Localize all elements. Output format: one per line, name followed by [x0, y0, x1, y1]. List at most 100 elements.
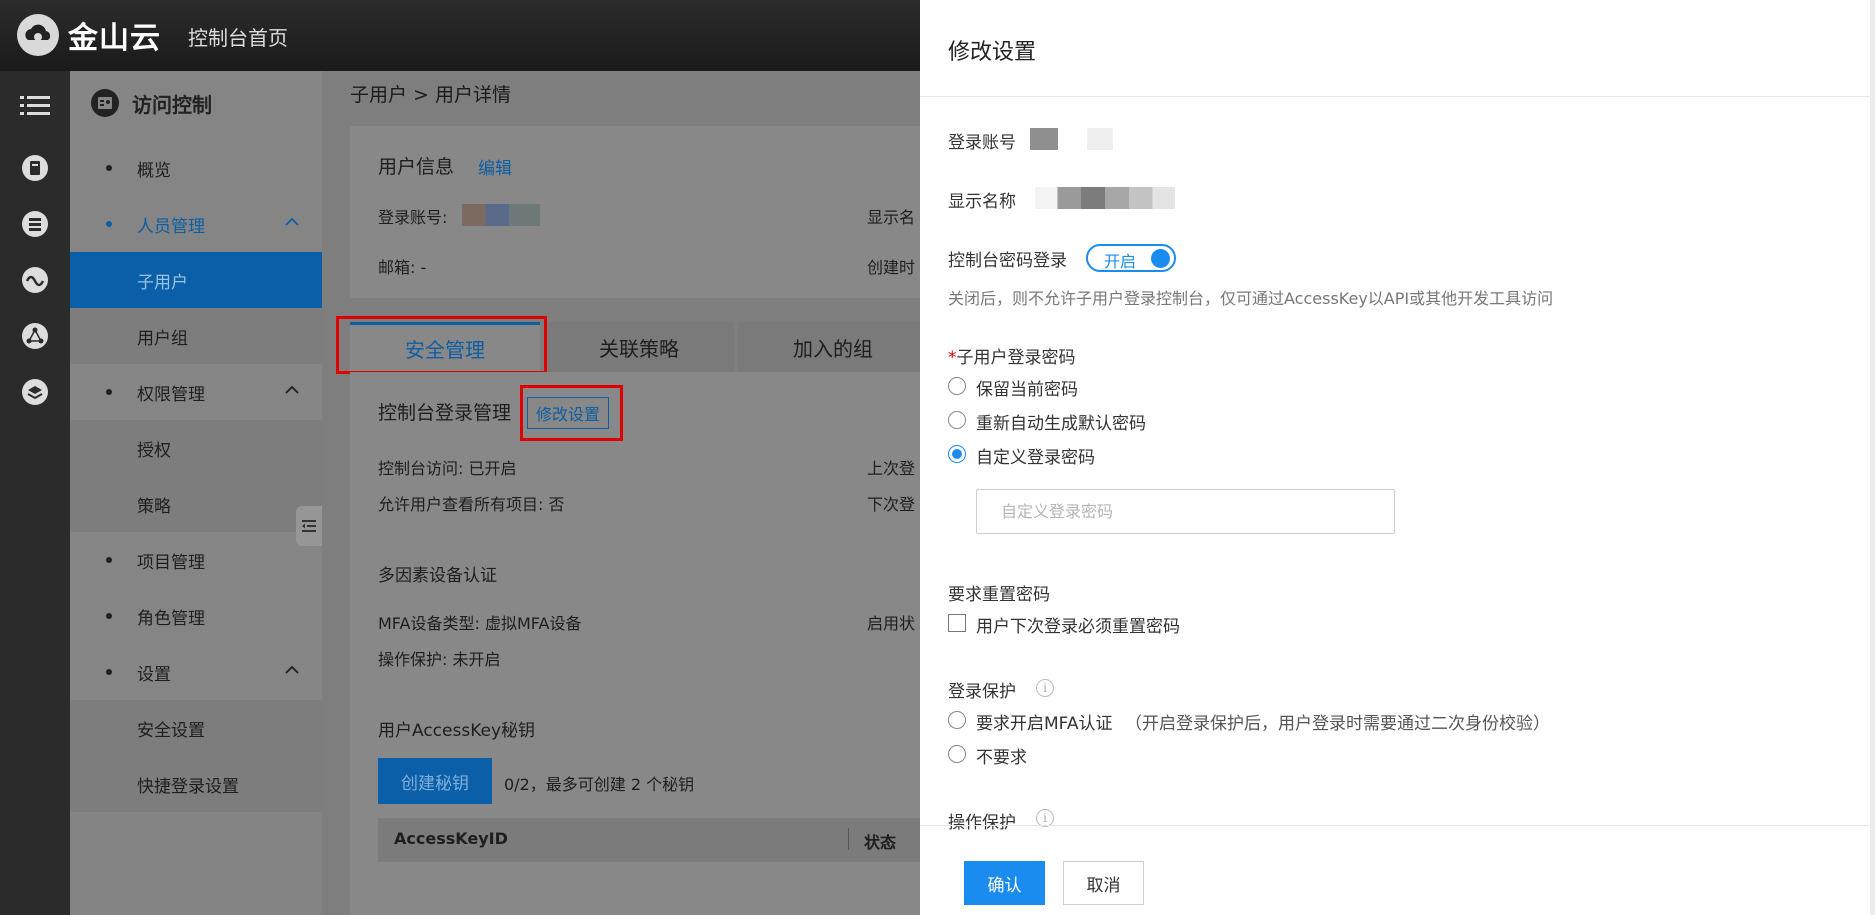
radio-label: 保留当前密码	[976, 380, 1078, 400]
chevron-up-icon	[285, 385, 299, 394]
sidebar-item-quick-login[interactable]: 快捷登录设置	[70, 756, 322, 812]
topology-icon[interactable]	[20, 321, 50, 351]
next-login-label: 下次登	[867, 495, 916, 514]
password-section-title: 子用户登录密码	[956, 348, 1076, 368]
bullet	[106, 221, 112, 227]
key-quota-text: 0/2，最多可创建 2 个秘钥	[504, 775, 695, 794]
tab-groups[interactable]: 加入的组	[738, 322, 928, 372]
layers-icon[interactable]	[20, 377, 50, 407]
sidebar-item-projects[interactable]: 项目管理	[70, 532, 322, 588]
sidebar-item-policy[interactable]: 策略	[70, 476, 322, 532]
console-access-status: 控制台访问: 已开启	[378, 459, 517, 478]
cancel-button[interactable]: 取消	[1063, 861, 1144, 905]
access-key-title: 用户AccessKey秘钥	[378, 721, 536, 741]
sidebar-item-roles[interactable]: 角色管理	[70, 588, 322, 644]
highlight-box	[336, 316, 547, 374]
sidebar-item-overview[interactable]: 概览	[70, 140, 322, 196]
collapse-sidebar-handle[interactable]	[296, 506, 322, 546]
radio-custom-password[interactable]	[948, 445, 966, 463]
radio-label: 要求开启MFA认证	[976, 714, 1113, 734]
op-protect-label: 操作保护	[948, 813, 1016, 833]
database-icon[interactable]	[20, 209, 50, 239]
info-icon[interactable]: i	[1036, 679, 1054, 697]
confirm-button[interactable]: 确认	[964, 861, 1045, 905]
last-login-label: 上次登	[867, 459, 916, 478]
masked-account-value	[1030, 128, 1058, 150]
masked-account-value	[1087, 128, 1113, 150]
masked-account-value	[462, 204, 540, 226]
mfa-enabled-label: 启用状	[867, 614, 916, 633]
sidebar-item-permissions[interactable]: 权限管理	[70, 364, 322, 420]
icon-rail	[0, 71, 70, 915]
bullet	[106, 557, 112, 563]
bullet	[106, 613, 112, 619]
menu-icon[interactable]	[20, 91, 50, 121]
bullet	[106, 389, 112, 395]
login-account-label: 登录账号	[948, 133, 1016, 153]
display-name-label: 显示名	[867, 208, 916, 227]
console-login-hint: 关闭后，则不允许子用户登录控制台，仅可通过AccessKey以API或其他开发工…	[948, 289, 1554, 308]
radio-label: 自定义登录密码	[976, 448, 1095, 468]
login-protect-note: （开启登录保护后，用户登录时需要通过二次身份校验）	[1125, 714, 1550, 734]
sidebar-item-label: 策略	[137, 496, 171, 517]
radio-no-requirement[interactable]	[948, 745, 966, 763]
sidebar-item-authorize[interactable]: 授权	[70, 420, 322, 476]
console-home-link[interactable]: 控制台首页	[188, 22, 288, 51]
mfa-title: 多因素设备认证	[378, 566, 497, 586]
sidebar-item-security-settings[interactable]: 安全设置	[70, 700, 322, 756]
bullet	[106, 165, 112, 171]
radio-require-mfa[interactable]	[948, 711, 966, 729]
cloud-logo-icon	[17, 14, 59, 56]
edit-link[interactable]: 编辑	[478, 154, 512, 179]
drawer-title: 修改设置	[948, 40, 1037, 65]
chevron-up-icon	[285, 665, 299, 674]
column-header-accesskeyid: AccessKeyID	[394, 829, 508, 848]
sidebar-item-label: 快捷登录设置	[137, 776, 239, 797]
bullet	[106, 669, 112, 675]
email-text: 邮箱: -	[378, 258, 427, 277]
op-protect-status: 操作保护: 未开启	[378, 650, 501, 669]
server-icon[interactable]	[20, 153, 50, 183]
toggle-label: 开启	[1104, 252, 1137, 271]
display-name-label: 显示名称	[948, 192, 1016, 212]
footer-divider	[920, 825, 1870, 826]
sidebar-item-subuser[interactable]: 子用户	[70, 252, 322, 308]
reset-password-checkbox[interactable]	[948, 614, 966, 632]
sidebar-item-usergroup[interactable]: 用户组	[70, 308, 322, 364]
drawer-scrollbar[interactable]	[1870, 0, 1875, 915]
brand-logo[interactable]: 金山云	[16, 13, 161, 57]
breadcrumb: 子用户 > 用户详情	[350, 84, 511, 106]
chevron-up-icon	[285, 217, 299, 226]
toggle-knob	[1151, 249, 1170, 268]
sidebar-item-label: 子用户	[137, 272, 188, 293]
radio-regenerate-password[interactable]	[948, 411, 966, 429]
sidebar-item-people[interactable]: 人员管理	[70, 196, 322, 252]
brand-name: 金山云	[68, 21, 161, 56]
network-wave-icon[interactable]	[20, 265, 50, 295]
highlight-box	[520, 385, 623, 441]
required-mark: *	[948, 348, 957, 368]
sidebar-item-label: 概览	[137, 160, 171, 181]
sidebar-title-label: 访问控制	[132, 92, 212, 117]
checkbox-label: 用户下次登录必须重置密码	[976, 617, 1180, 637]
column-divider	[848, 828, 849, 850]
collapse-icon	[302, 520, 316, 532]
sidebar-item-label: 项目管理	[137, 552, 205, 573]
login-protect-label: 登录保护	[948, 682, 1016, 702]
sidebar-item-settings[interactable]: 设置	[70, 644, 322, 700]
sidebar-item-label: 人员管理	[137, 216, 205, 237]
column-header-status: 状态	[864, 833, 897, 852]
radio-keep-password[interactable]	[948, 377, 966, 395]
masked-display-name	[1035, 187, 1175, 209]
radio-label: 重新自动生成默认密码	[976, 414, 1146, 434]
sidebar-item-label: 设置	[137, 664, 171, 685]
custom-password-input[interactable]	[976, 489, 1395, 534]
console-password-label: 控制台密码登录	[948, 251, 1067, 271]
sidebar-item-label: 安全设置	[137, 720, 205, 741]
sidebar-title: 访问控制	[90, 88, 212, 118]
console-login-toggle[interactable]: 开启	[1086, 244, 1176, 272]
create-key-button[interactable]: 创建秘钥	[378, 758, 492, 804]
sidebar-item-label: 用户组	[137, 328, 188, 349]
access-control-icon	[91, 89, 119, 117]
tab-policies[interactable]: 关联策略	[544, 322, 734, 372]
